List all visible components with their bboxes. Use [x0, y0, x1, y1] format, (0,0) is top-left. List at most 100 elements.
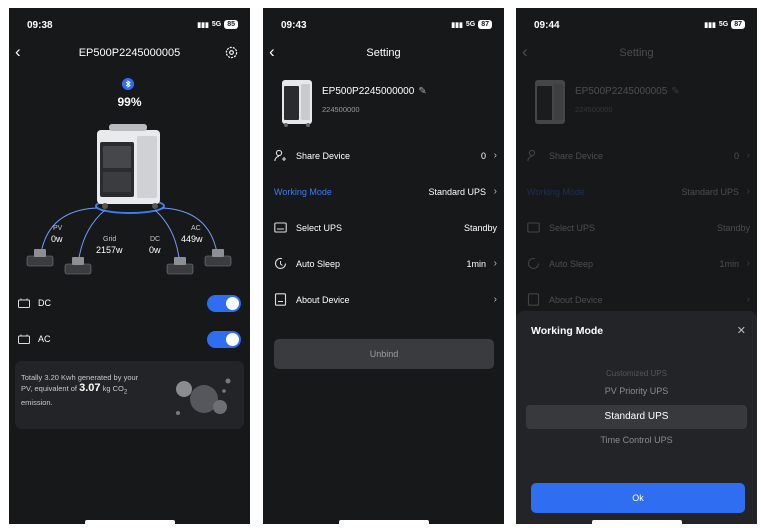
- chevron-left-icon[interactable]: ‹: [15, 43, 21, 61]
- sleep-timer-icon: [527, 257, 540, 269]
- menu-item-select-ups: Select UPS Standby: [516, 217, 757, 241]
- ac-output-toggle[interactable]: [207, 331, 241, 348]
- status-time: 09:38: [27, 20, 53, 31]
- menu-item-value: Standard UPS: [681, 187, 739, 197]
- ac-output-row: AC: [18, 329, 241, 349]
- flow-label-ac: AC: [191, 225, 201, 232]
- menu-item-value: Standby: [716, 223, 750, 233]
- menu-item-auto-sleep: Auto Sleep 1min ›: [516, 253, 757, 277]
- eco-line-1: Totally 3.20 Kwh generated by your: [21, 373, 139, 382]
- flow-label-dc: DC: [150, 236, 161, 243]
- menu-item-label: About Device: [549, 295, 603, 305]
- gear-icon[interactable]: [225, 46, 238, 59]
- menu-item-share-device[interactable]: Share Device 0 ›: [263, 145, 504, 169]
- network-type: 5G: [211, 21, 222, 28]
- menu-item-label: Select UPS: [549, 223, 596, 233]
- mode-option[interactable]: Time Control UPS: [516, 435, 757, 445]
- co2-unit: kg CO: [100, 384, 124, 393]
- status-indicators: ▮▮▮ 5G 85: [197, 20, 238, 29]
- working-mode-sheet: Working Mode ✕ Customized UPS PV Priorit…: [516, 311, 757, 524]
- menu-item-select-ups[interactable]: Select UPS Standby: [263, 217, 504, 241]
- network-type: 5G: [465, 21, 476, 28]
- chevron-right-icon: ›: [493, 150, 497, 161]
- menu-item-label: Working Mode: [274, 187, 332, 197]
- nav-bar: ‹ Setting: [263, 43, 504, 62]
- eco-line-3: emission.: [21, 397, 53, 407]
- co2-subscript: 2: [123, 388, 128, 396]
- menu-item-value: 1min: [466, 259, 486, 269]
- eco-summary-text: Totally 3.20 Kwh generated by your PV, e…: [21, 373, 169, 408]
- chevron-right-icon: ›: [746, 294, 750, 305]
- menu-item-working-mode[interactable]: Working Mode Standard UPS ›: [263, 181, 504, 205]
- sheet-title: Working Mode: [531, 325, 604, 337]
- device-thumbnail: [535, 80, 565, 124]
- co2-amount: 3.07: [79, 382, 101, 394]
- share-user-icon: [274, 149, 286, 162]
- eco-summary-card: Totally 3.20 Kwh generated by your PV, e…: [15, 361, 244, 429]
- device-name-text: EP500P2245000005: [575, 86, 668, 97]
- power-flow-diagram: [26, 124, 232, 275]
- power-station-image: [97, 124, 160, 209]
- sleep-timer-icon: [274, 257, 287, 269]
- menu-item-auto-sleep[interactable]: Auto Sleep 1min ›: [263, 253, 504, 277]
- page-title: Setting: [619, 47, 654, 59]
- chevron-left-icon[interactable]: ‹: [269, 43, 275, 61]
- close-icon[interactable]: ✕: [737, 324, 746, 337]
- unbind-button[interactable]: Unbind: [274, 339, 494, 369]
- menu-item-value: 0: [733, 151, 739, 161]
- menu-item-value: 1min: [719, 259, 739, 269]
- ups-icon: [274, 222, 287, 233]
- battery-icon: 85: [224, 20, 238, 29]
- device-overview-screen: 09:38 ▮▮▮ 5G 85 ‹ EP500P2245000005 99% P…: [9, 8, 250, 524]
- menu-item-label: Working Mode: [527, 187, 585, 197]
- page-title: EP500P2245000005: [78, 47, 181, 59]
- menu-item-value: Standby: [463, 223, 497, 233]
- flow-value-ac: 449w: [181, 234, 203, 244]
- menu-item-about-device: About Device ›: [516, 289, 757, 313]
- menu-item-label: Auto Sleep: [549, 259, 594, 269]
- dc-output-toggle[interactable]: [207, 295, 241, 312]
- menu-item-about-device[interactable]: About Device ›: [263, 289, 504, 313]
- eco-line-2: PV, equivalent of: [21, 384, 80, 393]
- dc-output-label: DC: [38, 298, 51, 308]
- status-bar: 09:43 ▮▮▮ 5G 87: [281, 20, 492, 34]
- chevron-left-icon: ‹: [522, 42, 528, 61]
- ac-output-label: AC: [38, 334, 51, 344]
- menu-item-label: Auto Sleep: [296, 259, 341, 269]
- chevron-right-icon: ›: [493, 186, 497, 197]
- about-device-icon: [274, 293, 287, 306]
- bubbles-illustration: [176, 378, 231, 415]
- chevron-right-icon: ›: [746, 258, 750, 269]
- mode-option-selected[interactable]: Standard UPS: [526, 405, 747, 429]
- device-thumbnail: [282, 80, 312, 127]
- signal-icon: ▮▮▮: [197, 21, 209, 29]
- ac-port-icon: [18, 334, 30, 344]
- device-name: EP500P2245000005 ✎: [575, 86, 680, 97]
- menu-item-label: Share Device: [296, 151, 351, 161]
- status-bar: 09:38 ▮▮▮ 5G 85: [27, 20, 238, 34]
- ups-icon: [527, 222, 540, 233]
- flow-label-grid: Grid: [103, 236, 117, 243]
- nav-bar: ‹ EP500P2245000005: [9, 43, 250, 62]
- menu-item-share-device: Share Device 0 ›: [516, 145, 757, 169]
- dc-output-row: DC: [18, 293, 241, 313]
- device-name: EP500P2245000000 ✎: [322, 86, 427, 97]
- dc-port-icon: [18, 298, 30, 308]
- chevron-right-icon: ›: [746, 150, 750, 161]
- mode-option[interactable]: Customized UPS: [516, 369, 757, 378]
- mode-option[interactable]: PV Priority UPS: [516, 386, 757, 396]
- home-indicator: [85, 520, 175, 524]
- device-header: EP500P2245000000 ✎ 224500000: [263, 76, 504, 128]
- battery-percentage: 99%: [117, 95, 142, 109]
- ok-button[interactable]: Ok: [531, 483, 745, 513]
- flow-value-dc: 0w: [149, 245, 161, 255]
- settings-screen: 09:43 ▮▮▮ 5G 87 ‹ Setting EP500P22450000…: [263, 8, 504, 524]
- signal-icon: ▮▮▮: [451, 21, 463, 29]
- home-indicator: [339, 520, 429, 524]
- page-title: Setting: [366, 47, 401, 59]
- chevron-right-icon: ›: [493, 258, 497, 269]
- share-user-icon: [527, 149, 536, 162]
- menu-item-value: 0: [480, 151, 486, 161]
- edit-pencil-icon: ✎: [671, 86, 680, 97]
- edit-pencil-icon[interactable]: ✎: [418, 86, 426, 97]
